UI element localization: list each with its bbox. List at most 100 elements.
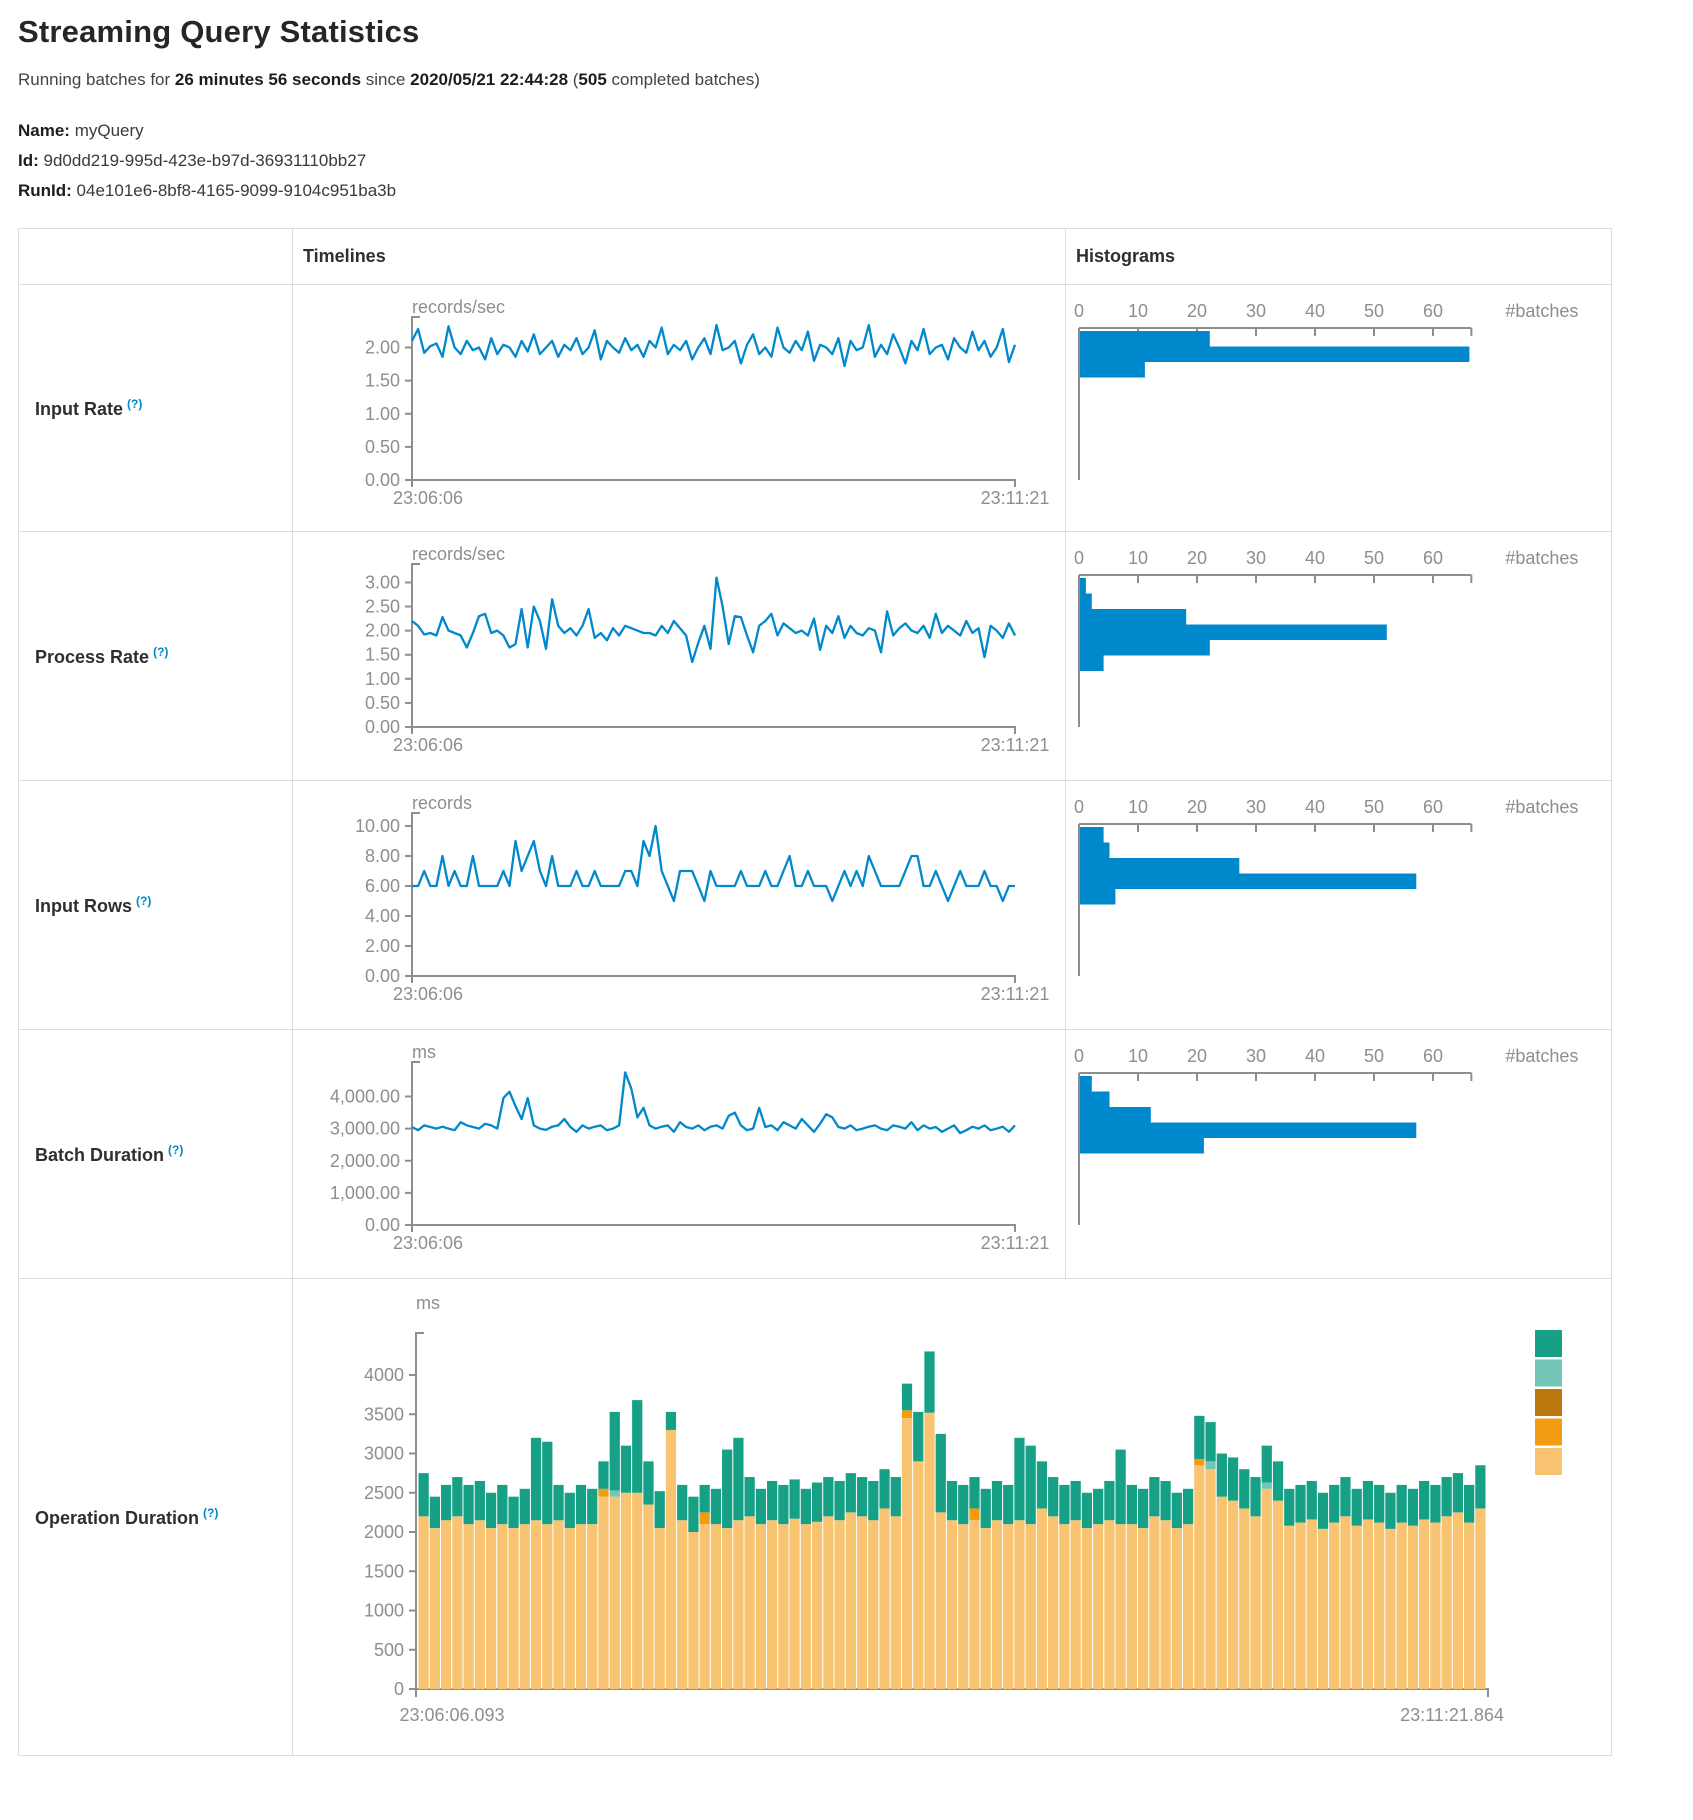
query-metadata: Name: myQuery Id: 9d0dd219-995d-423e-b97… bbox=[18, 116, 1693, 206]
input-rows-label-cell: Input Rows (?) bbox=[19, 781, 293, 1030]
page-title: Streaming Query Statistics bbox=[18, 14, 1693, 50]
process-rate-row: Process Rate(?) records/sec0.000.501.001… bbox=[19, 532, 1612, 781]
svg-text:50: 50 bbox=[1364, 797, 1384, 817]
operation-duration-chart-cell: ms0500100015002000250030003500400023:06:… bbox=[293, 1279, 1612, 1756]
query-name-value: myQuery bbox=[70, 121, 144, 140]
operation-duration-help-icon[interactable]: (?) bbox=[203, 1506, 218, 1520]
input-rate-label-cell: Input Rate (?) bbox=[19, 285, 293, 532]
svg-text:1.50: 1.50 bbox=[365, 645, 400, 665]
svg-text:1.00: 1.00 bbox=[365, 669, 400, 689]
svg-text:#batches: #batches bbox=[1505, 797, 1578, 817]
input-rate-histogram-cell: 0102030405060#batches bbox=[1066, 285, 1612, 532]
svg-text:0.50: 0.50 bbox=[365, 437, 400, 457]
input-rows-help-icon[interactable]: (?) bbox=[136, 894, 151, 908]
svg-text:20: 20 bbox=[1187, 548, 1207, 568]
svg-text:0.00: 0.00 bbox=[365, 470, 400, 490]
process-rate-histogram-cell: 0102030405060#batches bbox=[1066, 532, 1612, 781]
batch-duration-histogram-cell: 0102030405060#batches bbox=[1066, 1030, 1612, 1279]
svg-text:10.00: 10.00 bbox=[355, 816, 400, 836]
svg-text:23:06:06: 23:06:06 bbox=[393, 735, 463, 755]
start-time: 2020/05/21 22:44:28 bbox=[410, 70, 568, 89]
svg-text:23:06:06: 23:06:06 bbox=[393, 1233, 463, 1253]
svg-text:2.00: 2.00 bbox=[365, 936, 400, 956]
operation-duration-stacked-chart: ms0500100015002000250030003500400023:06:… bbox=[293, 1279, 1592, 1755]
svg-text:23:11:21: 23:11:21 bbox=[981, 735, 1050, 755]
svg-text:20: 20 bbox=[1187, 1046, 1207, 1066]
legend-swatch-4 bbox=[1535, 1448, 1562, 1475]
process-rate-label: Process Rate bbox=[35, 647, 149, 667]
input-rows-timeline-cell: records0.002.004.006.008.0010.0023:06:06… bbox=[293, 781, 1066, 1030]
svg-text:3000: 3000 bbox=[364, 1444, 404, 1464]
svg-text:4000: 4000 bbox=[364, 1365, 404, 1385]
svg-text:records: records bbox=[412, 793, 472, 813]
batch-duration-timeline-chart: ms0.001,000.002,000.003,000.004,000.0023… bbox=[293, 1030, 1055, 1278]
histograms-column-header: Histograms bbox=[1066, 229, 1612, 285]
statistics-table: Timelines Histograms Input Rate (?) recor… bbox=[18, 228, 1612, 1756]
svg-text:30: 30 bbox=[1246, 548, 1266, 568]
process-rate-label-cell: Process Rate (?) bbox=[19, 532, 293, 781]
svg-text:500: 500 bbox=[374, 1640, 404, 1660]
process-rate-help-icon[interactable]: (?) bbox=[153, 645, 168, 659]
streaming-query-statistics-page: Streaming Query Statistics Running batch… bbox=[0, 0, 1693, 1756]
svg-text:2.00: 2.00 bbox=[365, 621, 400, 641]
batch-duration-help-icon[interactable]: (?) bbox=[168, 1143, 183, 1157]
svg-text:2.50: 2.50 bbox=[365, 597, 400, 617]
svg-text:3,000.00: 3,000.00 bbox=[330, 1119, 400, 1139]
query-name-label: Name: bbox=[18, 121, 70, 140]
input-rows-timeline-chart: records0.002.004.006.008.0010.0023:06:06… bbox=[293, 781, 1055, 1029]
svg-text:3500: 3500 bbox=[364, 1404, 404, 1424]
svg-text:23:11:21: 23:11:21 bbox=[981, 984, 1050, 1004]
svg-text:8.00: 8.00 bbox=[365, 846, 400, 866]
svg-text:23:11:21: 23:11:21 bbox=[981, 488, 1050, 508]
svg-text:23:11:21: 23:11:21 bbox=[981, 1233, 1050, 1253]
query-runid-value: 04e101e6-8bf8-4165-9099-9104c951ba3b bbox=[72, 181, 396, 200]
svg-text:30: 30 bbox=[1246, 301, 1266, 321]
svg-text:4.00: 4.00 bbox=[365, 906, 400, 926]
svg-text:40: 40 bbox=[1305, 1046, 1325, 1066]
svg-text:1.50: 1.50 bbox=[365, 371, 400, 391]
svg-text:10: 10 bbox=[1128, 548, 1148, 568]
svg-text:records/sec: records/sec bbox=[412, 297, 505, 317]
process-rate-histogram-chart: 0102030405060#batches bbox=[1066, 532, 1601, 780]
query-name-line: Name: myQuery bbox=[18, 116, 1693, 146]
svg-text:2500: 2500 bbox=[364, 1483, 404, 1503]
input-rate-timeline-cell: records/sec0.000.501.001.502.0023:06:062… bbox=[293, 285, 1066, 532]
svg-text:#batches: #batches bbox=[1505, 1046, 1578, 1066]
svg-text:30: 30 bbox=[1246, 797, 1266, 817]
input-rows-histogram-chart: 0102030405060#batches bbox=[1066, 781, 1601, 1029]
svg-text:30: 30 bbox=[1246, 1046, 1266, 1066]
legend-swatch-3 bbox=[1535, 1419, 1562, 1446]
svg-text:60: 60 bbox=[1423, 548, 1443, 568]
input-rate-row: Input Rate(?) records/sec0.000.501.001.5… bbox=[19, 285, 1612, 532]
svg-text:0: 0 bbox=[1074, 797, 1084, 817]
table-header-row: Timelines Histograms bbox=[19, 229, 1612, 285]
query-runid-line: RunId: 04e101e6-8bf8-4165-9099-9104c951b… bbox=[18, 176, 1693, 206]
batch-duration-label: Batch Duration bbox=[35, 1145, 164, 1165]
legend-swatch-2 bbox=[1535, 1389, 1562, 1416]
header-empty-cell bbox=[19, 229, 293, 285]
operation-duration-label: Operation Duration bbox=[35, 1508, 199, 1528]
batch-duration-row: Batch Duration (?) ms0.001,000.002,000.00… bbox=[19, 1030, 1612, 1279]
svg-text:10: 10 bbox=[1128, 797, 1148, 817]
svg-text:40: 40 bbox=[1305, 797, 1325, 817]
timelines-column-header: Timelines bbox=[293, 229, 1066, 285]
svg-text:0: 0 bbox=[1074, 548, 1084, 568]
paren-open: ( bbox=[568, 70, 578, 89]
input-rate-help-icon[interactable]: (?) bbox=[127, 397, 142, 411]
completed-batches-count: 505 bbox=[578, 70, 606, 89]
svg-text:1500: 1500 bbox=[364, 1561, 404, 1581]
svg-text:#batches: #batches bbox=[1505, 301, 1578, 321]
running-duration: 26 minutes 56 seconds bbox=[175, 70, 361, 89]
svg-text:60: 60 bbox=[1423, 301, 1443, 321]
svg-text:3.00: 3.00 bbox=[365, 572, 400, 592]
svg-text:20: 20 bbox=[1187, 301, 1207, 321]
svg-text:60: 60 bbox=[1423, 797, 1443, 817]
input-rows-label: Input Rows bbox=[35, 896, 132, 916]
svg-text:40: 40 bbox=[1305, 301, 1325, 321]
svg-text:1,000.00: 1,000.00 bbox=[330, 1183, 400, 1203]
svg-text:0: 0 bbox=[394, 1679, 404, 1699]
input-rate-label: Input Rate bbox=[35, 399, 123, 419]
operation-duration-row: Operation Duration(?) ms0500100015002000… bbox=[19, 1279, 1612, 1756]
svg-text:50: 50 bbox=[1364, 548, 1384, 568]
svg-text:23:06:06.093: 23:06:06.093 bbox=[399, 1705, 504, 1725]
